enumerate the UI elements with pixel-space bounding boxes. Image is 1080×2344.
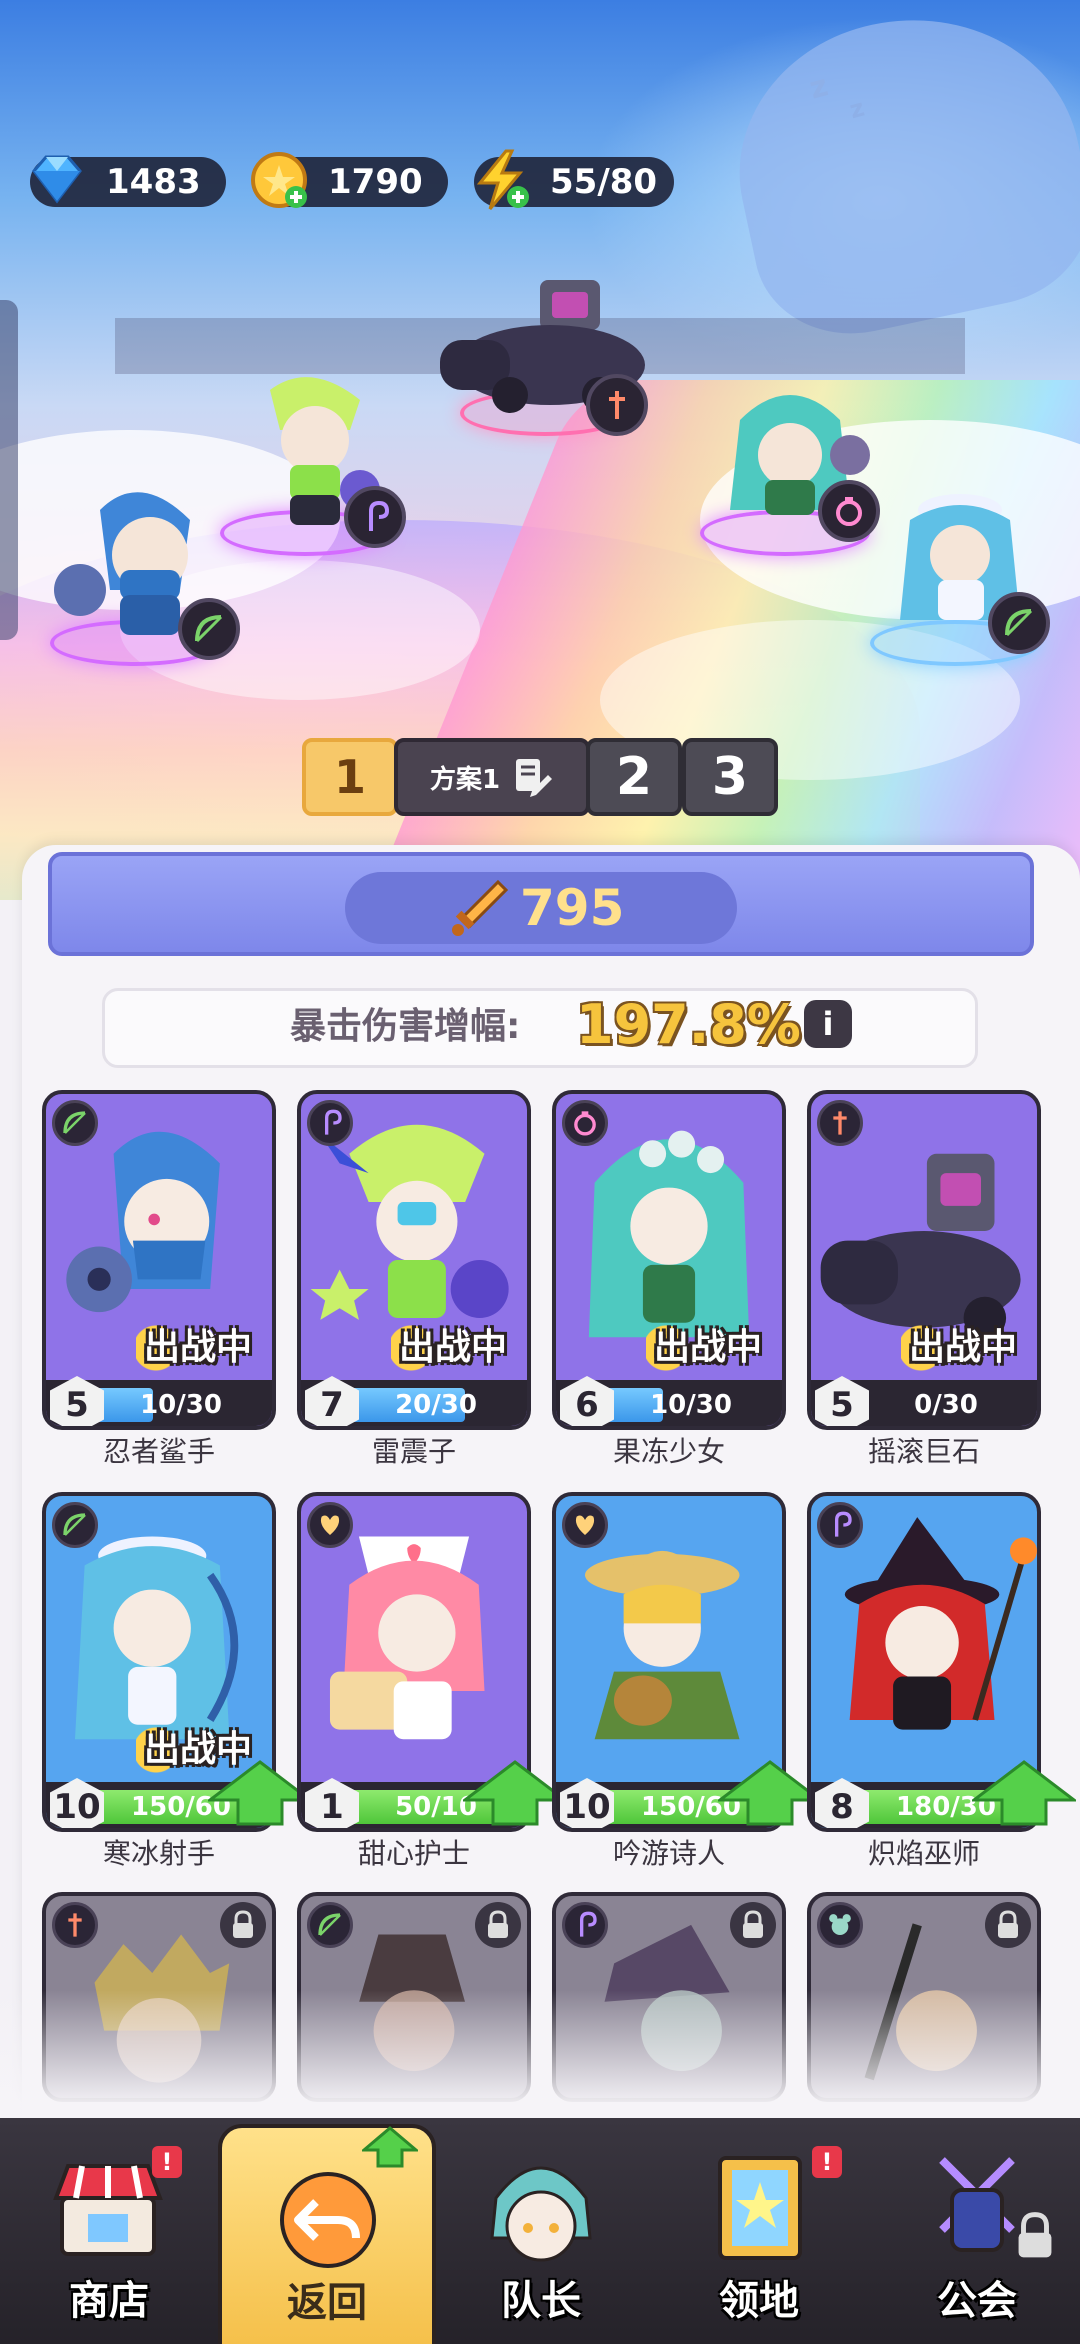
- nav-territory-label: 领地: [719, 2278, 799, 2324]
- nav-captain-label: 队长: [501, 2278, 581, 2324]
- captain-avatar-icon: [490, 2166, 592, 2262]
- nav-guild-label: 公会: [937, 2278, 1017, 2324]
- hero-name: 甜心护士: [357, 1837, 470, 1870]
- team-power-value: 795: [520, 879, 625, 937]
- warrior-class-icon: [52, 1902, 98, 1948]
- gems-counter[interactable]: 1483: [30, 155, 226, 207]
- exp-text: 10/30: [140, 1390, 222, 1420]
- deployed-badge: 出战中: [136, 1320, 261, 1376]
- sleeping-hat-decoration: [712, 0, 1080, 353]
- upgrade-arrow-icon: [362, 2126, 418, 2168]
- list-fade-overlay: [0, 1990, 1080, 2130]
- healer-class-icon: [562, 1502, 608, 1548]
- nav-shop[interactable]: ! 商店: [4, 2118, 214, 2344]
- healer-class-icon: [307, 1502, 353, 1548]
- back-arrow-icon: [280, 2172, 376, 2268]
- archer-class-icon: [178, 598, 240, 660]
- hero-card-rock-boulder[interactable]: 出战中 0/30 5: [807, 1090, 1041, 1430]
- mage-class-icon: [562, 1902, 608, 1948]
- nav-guild[interactable]: 公会: [872, 2118, 1080, 2344]
- lock-icon: [985, 1902, 1031, 1948]
- field-hero-rock-boulder[interactable]: [430, 270, 670, 450]
- coins-counter[interactable]: 1790: [251, 152, 448, 208]
- hero-name: 雷震子: [371, 1435, 456, 1468]
- plan-name-field[interactable]: 方案1: [394, 738, 590, 816]
- mage-class-icon: [307, 1100, 353, 1146]
- lock-icon: [475, 1902, 521, 1948]
- nav-shop-label: 商店: [69, 2278, 149, 2324]
- crit-stat-value: 197.8%: [576, 993, 801, 1056]
- lock-icon: [220, 1902, 266, 1948]
- deployed-badge: 出战中: [391, 1320, 516, 1376]
- field-hero-ice-archer[interactable]: [860, 480, 1080, 680]
- exp-text: 0/30: [914, 1390, 978, 1420]
- plan-tab-3[interactable]: 3: [682, 738, 778, 816]
- alert-badge: !: [812, 2146, 842, 2178]
- archer-class-icon: [52, 1502, 98, 1548]
- alert-badge: !: [152, 2146, 182, 2178]
- nav-back-label: 返回: [287, 2280, 367, 2326]
- energy-counter[interactable]: 55/80: [474, 149, 674, 210]
- mage-class-icon: [344, 486, 406, 548]
- nav-back[interactable]: 返回: [218, 2124, 436, 2344]
- hero-name: 果冻少女: [612, 1435, 725, 1468]
- hero-card-ninja-shark[interactable]: 出战中 10/30 5: [42, 1090, 276, 1430]
- hero-name: 摇滚巨石: [867, 1435, 980, 1468]
- archer-class-icon: [52, 1100, 98, 1146]
- nav-captain[interactable]: 队长: [436, 2118, 646, 2344]
- warrior-class-icon: [817, 1100, 863, 1146]
- energy-value: 55/80: [550, 162, 658, 202]
- mage-class-icon: [817, 1502, 863, 1548]
- hero-card-thunder[interactable]: 出战中 20/30 7: [297, 1090, 531, 1430]
- edit-icon[interactable]: [510, 755, 554, 799]
- plan-tab-2[interactable]: 2: [586, 738, 682, 816]
- info-icon[interactable]: i: [804, 1000, 852, 1048]
- exp-text: 20/30: [395, 1390, 477, 1420]
- lock-icon: [1018, 2212, 1052, 2258]
- lightning-plus-icon: [476, 149, 529, 210]
- archer-class-icon: [307, 1902, 353, 1948]
- support-class-icon: [562, 1100, 608, 1146]
- crit-stat-label: 暴击伤害增幅:: [290, 1006, 521, 1047]
- hero-name: 吟游诗人: [612, 1837, 725, 1870]
- hero-name: 寒冰射手: [102, 1837, 215, 1870]
- hero-card-jelly-girl[interactable]: 出战中 10/30 6: [552, 1090, 786, 1430]
- plan-tab-1[interactable]: 1: [302, 738, 398, 816]
- warrior-class-icon: [586, 374, 648, 436]
- plan-tab-2-label: 2: [615, 747, 653, 807]
- coin-plus-icon: [251, 152, 307, 208]
- gems-value: 1483: [106, 162, 201, 202]
- plan-name-label: 方案1: [429, 764, 501, 795]
- territory-portal-icon: [718, 2156, 802, 2260]
- diamond-icon: [32, 155, 82, 204]
- archer-class-icon: [988, 592, 1050, 654]
- hero-name: 炽焰巫师: [867, 1837, 980, 1870]
- sword-icon: [452, 879, 509, 936]
- plan-tab-3-label: 3: [711, 747, 749, 807]
- lock-icon: [730, 1902, 776, 1948]
- coins-value: 1790: [328, 162, 423, 202]
- hero-name: 忍者鲨手: [102, 1435, 215, 1468]
- nav-territory[interactable]: ! 领地: [654, 2118, 864, 2344]
- field-hero-thunder[interactable]: [210, 370, 430, 570]
- plan-tab-1-label: 1: [333, 750, 366, 804]
- deployed-badge: 出战中: [901, 1320, 1026, 1376]
- deployed-badge: 出战中: [646, 1320, 771, 1376]
- side-drawer-handle[interactable]: [0, 300, 18, 640]
- beast-class-icon: [817, 1902, 863, 1948]
- exp-text: 10/30: [650, 1390, 732, 1420]
- shop-icon: [53, 2164, 163, 2256]
- upgrade-arrow-icon[interactable]: [972, 1760, 1076, 1826]
